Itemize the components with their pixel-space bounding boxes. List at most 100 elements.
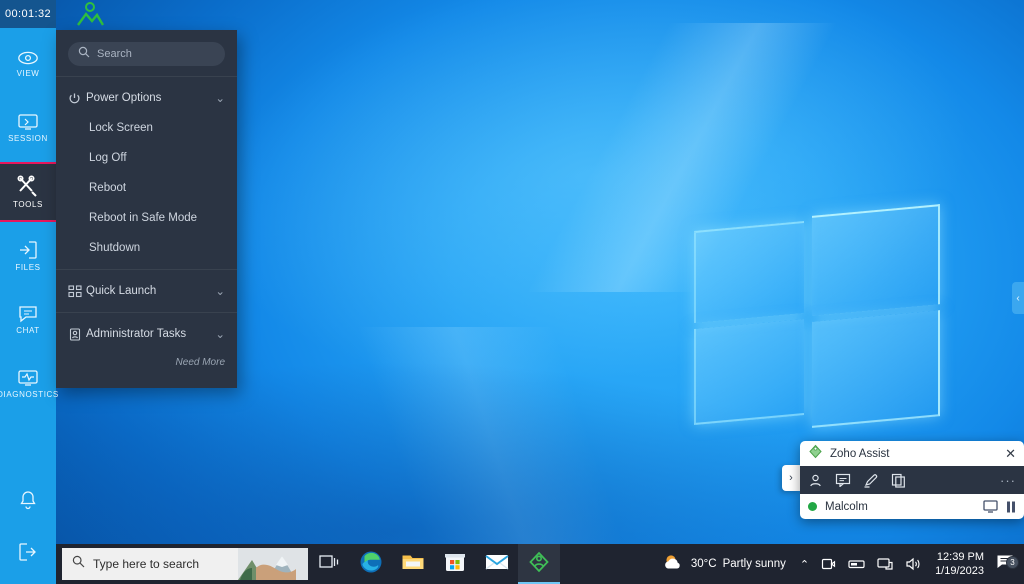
- chat-icon[interactable]: [835, 473, 851, 487]
- mail-icon: [485, 553, 509, 576]
- search-icon: [78, 45, 90, 63]
- power-icon: [68, 92, 86, 105]
- volume-icon[interactable]: [899, 557, 927, 571]
- notifications-button[interactable]: [0, 478, 56, 522]
- sidebar-item-label: VIEW: [16, 69, 40, 78]
- tools-flyout-panel: Search Power Options ⌄ Lock Screen Log O…: [56, 30, 237, 388]
- zoho-assist-taskbar-button[interactable]: [518, 544, 560, 584]
- sidebar-item-label: SESSION: [8, 134, 48, 143]
- rail-bottom-actions: [0, 470, 56, 574]
- windows-taskbar: Type here to search 30°C Partly sunny ⌃ …: [56, 544, 1024, 584]
- zoho-brand-logo-icon: [70, 0, 110, 28]
- sidebar-item-chat[interactable]: CHAT: [0, 292, 56, 348]
- admin-tasks-icon: [68, 327, 86, 341]
- menu-item-reboot[interactable]: Reboot: [56, 173, 237, 203]
- action-center-button[interactable]: 3: [992, 554, 1022, 575]
- chat-icon: [18, 305, 38, 323]
- screen-share-icon[interactable]: [983, 500, 998, 513]
- clipboard-icon[interactable]: [891, 473, 906, 488]
- close-icon[interactable]: ✕: [1005, 447, 1016, 460]
- taskbar-search-input[interactable]: Type here to search: [62, 548, 308, 580]
- right-edge-collapse-tab[interactable]: ‹: [1012, 282, 1024, 314]
- exit-icon: [18, 542, 38, 562]
- need-more-link[interactable]: Need More: [176, 357, 225, 368]
- sun-cloud-icon: [663, 553, 685, 576]
- menu-group-label: Administrator Tasks: [86, 328, 187, 340]
- edge-browser-icon: [359, 550, 383, 579]
- assist-more-options-icon[interactable]: ···: [1000, 473, 1016, 488]
- end-session-button[interactable]: [0, 530, 56, 574]
- menu-item-log-off[interactable]: Log Off: [56, 143, 237, 173]
- panel-search-wrapper: Search: [56, 30, 237, 76]
- panel-divider: [56, 312, 237, 313]
- menu-item-shutdown[interactable]: Shutdown: [56, 233, 237, 263]
- assist-participant-row: Malcolm: [800, 494, 1024, 519]
- file-explorer-button[interactable]: [392, 544, 434, 584]
- weather-description: Partly sunny: [722, 558, 786, 570]
- pause-icon[interactable]: [1006, 501, 1016, 513]
- show-hidden-icons-chevron[interactable]: ⌃: [794, 558, 815, 571]
- clock-time: 12:39 PM: [936, 551, 984, 563]
- bell-icon: [18, 490, 38, 510]
- session-monitor-icon: [17, 113, 39, 131]
- tools-icon: [16, 175, 40, 197]
- tools-search-input[interactable]: Search: [68, 42, 225, 66]
- taskbar-clock[interactable]: 12:39 PM 1/19/2023: [927, 550, 992, 578]
- menu-group-label: Power Options: [86, 92, 162, 104]
- notification-count-badge: 3: [1006, 555, 1019, 569]
- system-tray: 30°C Partly sunny ⌃ 12:39 PM 1/19/2023 3: [655, 544, 1024, 584]
- files-icon: [18, 240, 38, 260]
- windows-logo-icon: [634, 198, 940, 428]
- quick-launch-icon: [68, 284, 86, 298]
- menu-group-power-options[interactable]: Power Options ⌄: [56, 83, 237, 113]
- menu-group-quick-launch[interactable]: Quick Launch ⌄: [56, 276, 237, 306]
- usb-device-icon[interactable]: [842, 558, 871, 570]
- tools-search-placeholder: Search: [97, 48, 132, 60]
- assist-widget-expand-tab[interactable]: ›: [782, 465, 800, 491]
- weather-temperature: 30°C: [690, 558, 717, 570]
- sidebar-item-label: DIAGNOSTICS: [0, 390, 59, 399]
- sidebar-item-view[interactable]: VIEW: [0, 36, 56, 92]
- search-icon: [72, 555, 85, 573]
- clock-date: 1/19/2023: [935, 565, 984, 577]
- mail-button[interactable]: [476, 544, 518, 584]
- sidebar-item-files[interactable]: FILES: [0, 228, 56, 284]
- task-view-button[interactable]: [308, 544, 350, 584]
- menu-item-reboot-safe-mode[interactable]: Reboot in Safe Mode: [56, 203, 237, 233]
- participant-name: Malcolm: [825, 500, 868, 513]
- microsoft-store-button[interactable]: [434, 544, 476, 584]
- microsoft-store-icon: [444, 551, 466, 578]
- webcam-icon[interactable]: [815, 557, 842, 571]
- zoho-assist-logo-icon: [808, 444, 823, 464]
- assist-widget-toolbar: ···: [800, 466, 1024, 494]
- sidebar-item-session[interactable]: SESSION: [0, 100, 56, 156]
- network-icon[interactable]: [871, 557, 899, 571]
- assist-widget-header: Zoho Assist ✕: [800, 441, 1024, 466]
- chevron-down-icon: ⌄: [215, 286, 225, 298]
- assist-widget-title: Zoho Assist: [830, 447, 890, 460]
- sidebar-item-label: TOOLS: [13, 200, 43, 209]
- sidebar-item-diagnostics[interactable]: DIAGNOSTICS: [0, 356, 59, 412]
- session-toolbar-rail: 00:01:32 VIEW SESSION TOOLS FILES CHAT D…: [0, 0, 59, 584]
- menu-item-lock-screen[interactable]: Lock Screen: [56, 113, 237, 143]
- chevron-down-icon: ⌄: [215, 93, 225, 105]
- panel-divider: [56, 269, 237, 270]
- menu-group-label: Quick Launch: [86, 285, 157, 297]
- annotate-pen-icon[interactable]: [863, 473, 879, 488]
- session-timer: 00:01:32: [0, 0, 56, 28]
- zoho-assist-widget: Zoho Assist ✕ ··· Malcolm: [800, 441, 1024, 519]
- chevron-down-icon: ⌄: [215, 329, 225, 341]
- sidebar-item-label: CHAT: [16, 326, 40, 335]
- diagnostics-icon: [17, 369, 39, 387]
- menu-group-administrator-tasks[interactable]: Administrator Tasks ⌄: [56, 319, 237, 349]
- edge-browser-button[interactable]: [350, 544, 392, 584]
- zoho-assist-taskbar-icon: [528, 551, 550, 578]
- file-explorer-icon: [401, 552, 425, 577]
- sidebar-item-tools[interactable]: TOOLS: [0, 162, 58, 222]
- weather-widget[interactable]: 30°C Partly sunny: [655, 553, 794, 576]
- eye-icon: [17, 50, 39, 66]
- taskbar-search-placeholder: Type here to search: [93, 557, 200, 571]
- participants-icon[interactable]: [808, 473, 823, 488]
- sidebar-item-label: FILES: [15, 263, 41, 272]
- status-badge: [808, 502, 817, 511]
